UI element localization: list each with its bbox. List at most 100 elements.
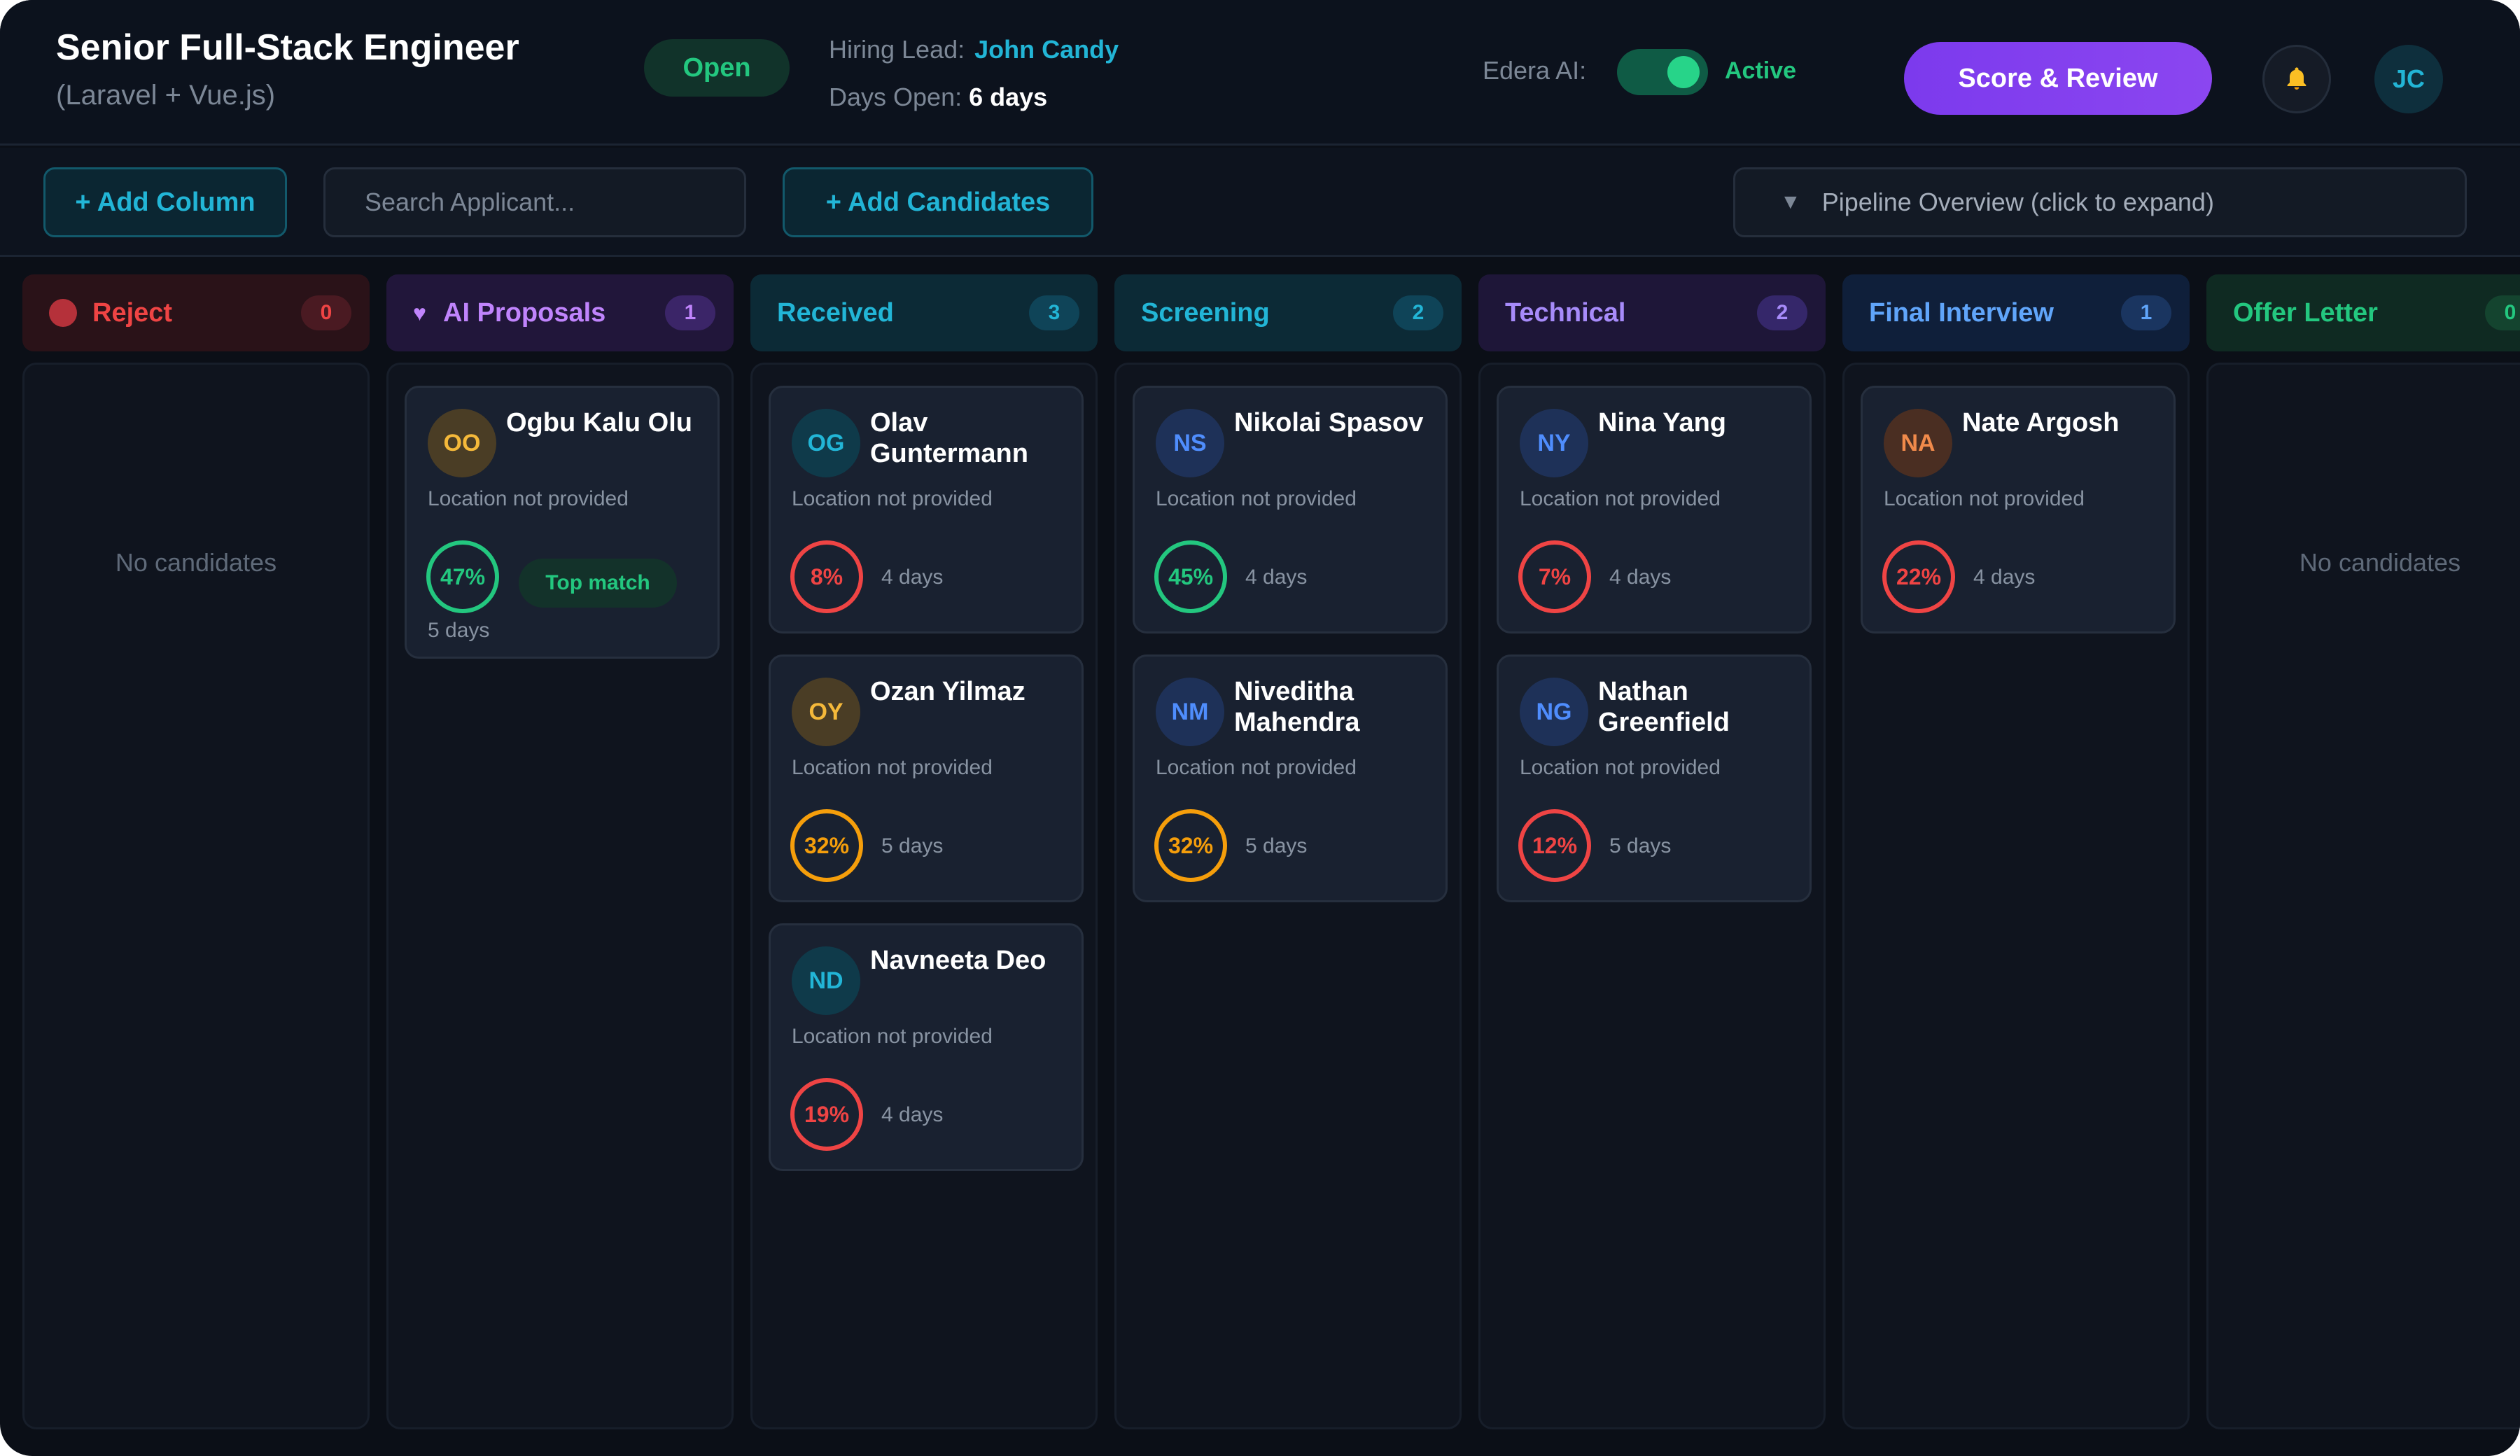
pipeline-overview-label: Pipeline Overview (click to expand)	[1821, 188, 2214, 216]
candidate-card[interactable]: OG Olav Guntermann Location not provided…	[769, 386, 1084, 634]
candidate-card[interactable]: NG Nathan Greenfield Location not provid…	[1497, 654, 1812, 902]
candidate-avatar: NS	[1156, 409, 1224, 477]
candidate-days: 5 days	[1609, 834, 1672, 858]
candidate-location: Location not provided	[792, 487, 993, 510]
column-header-offer-letter[interactable]: Offer Letter 0	[2206, 274, 2520, 351]
days-open-value: 6 days	[969, 83, 1048, 111]
candidate-avatar: NG	[1520, 678, 1588, 746]
candidate-name: Nate Argosh	[1962, 408, 2120, 438]
days-open-label: Days Open:	[829, 83, 962, 111]
candidate-card[interactable]: OO Ogbu Kalu Olu Location not provided 4…	[405, 386, 720, 659]
add-candidates-button[interactable]: + Add Candidates	[783, 167, 1093, 237]
column-count-badge: 1	[2121, 295, 2171, 330]
candidate-days: 4 days	[881, 1103, 944, 1126]
candidate-days: 5 days	[1245, 834, 1308, 858]
search-box	[323, 167, 746, 237]
column-count-badge: 0	[2485, 295, 2520, 330]
column-body-offer-letter: No candidates	[2206, 363, 2520, 1429]
candidate-location: Location not provided	[1156, 756, 1357, 779]
hiring-lead-link[interactable]: John Candy	[974, 35, 1119, 64]
match-score-ring: 22%	[1882, 540, 1955, 613]
column-header-final-interview[interactable]: Final Interview 1	[1842, 274, 2190, 351]
column-header-screening[interactable]: Screening 2	[1114, 274, 1462, 351]
candidate-avatar: OO	[428, 409, 496, 477]
column-count-badge: 2	[1757, 295, 1807, 330]
candidate-card[interactable]: NM Niveditha Mahendra Location not provi…	[1133, 654, 1448, 902]
user-avatar[interactable]: JC	[2374, 45, 2443, 113]
add-column-button[interactable]: + Add Column	[43, 167, 287, 237]
candidate-location: Location not provided	[428, 487, 629, 510]
toolbar: + Add Column + Add Candidates ▼ Pipeline…	[0, 148, 2520, 257]
candidate-card[interactable]: NS Nikolai Spasov Location not provided …	[1133, 386, 1448, 634]
column-header-received[interactable]: Received 3	[750, 274, 1098, 351]
heart-icon: ♥	[413, 300, 426, 326]
match-score-ring: 7%	[1518, 540, 1591, 613]
score-review-button[interactable]: Score & Review	[1904, 42, 2212, 115]
candidate-days: 4 days	[1609, 566, 1672, 589]
candidate-card[interactable]: OY Ozan Yilmaz Location not provided 32%…	[769, 654, 1084, 902]
candidate-card[interactable]: ND Navneeta Deo Location not provided 19…	[769, 923, 1084, 1171]
column-body-ai-proposals: OO Ogbu Kalu Olu Location not provided 4…	[386, 363, 734, 1429]
column-title: Offer Letter	[2233, 298, 2378, 328]
column-title: Final Interview	[1869, 298, 2054, 328]
status-badge: Open	[644, 39, 790, 97]
bell-icon	[2287, 67, 2306, 90]
candidate-card[interactable]: NY Nina Yang Location not provided 7% 4 …	[1497, 386, 1812, 634]
candidate-days: 5 days	[428, 619, 490, 642]
notifications-button[interactable]	[2262, 45, 2331, 113]
hiring-lead-label: Hiring Lead:	[829, 35, 965, 64]
match-score-ring: 19%	[790, 1078, 863, 1151]
match-score-ring: 12%	[1518, 809, 1591, 882]
hiring-lead-line: Hiring Lead: John Candy	[829, 35, 1119, 64]
candidate-avatar: ND	[792, 946, 860, 1015]
candidate-name: Olav Guntermann	[870, 408, 1028, 468]
match-score-ring: 32%	[790, 809, 863, 882]
candidate-name: Niveditha Mahendra	[1234, 677, 1360, 737]
app-window: Senior Full-Stack Engineer (Laravel + Vu…	[0, 0, 2520, 1456]
pipeline-overview-toggle[interactable]: ▼ Pipeline Overview (click to expand)	[1733, 167, 2467, 237]
candidate-location: Location not provided	[1884, 487, 2085, 510]
candidate-name: Ogbu Kalu Olu	[506, 408, 692, 438]
column-header-technical[interactable]: Technical 2	[1478, 274, 1826, 351]
empty-state-text: No candidates	[2299, 548, 2461, 577]
match-score-ring: 32%	[1154, 809, 1227, 882]
ai-label: Edera AI:	[1483, 56, 1587, 85]
column-title: Technical	[1505, 298, 1626, 328]
ai-status: Active	[1725, 57, 1797, 84]
candidate-name: Nina Yang	[1598, 408, 1727, 438]
column-title: Screening	[1141, 298, 1270, 328]
top-match-badge: Top match	[519, 559, 677, 608]
candidate-card[interactable]: NA Nate Argosh Location not provided 22%…	[1861, 386, 2176, 634]
candidate-avatar: NA	[1884, 409, 1952, 477]
candidate-avatar: NY	[1520, 409, 1588, 477]
candidate-days: 4 days	[1973, 566, 2036, 589]
candidate-days: 5 days	[881, 834, 944, 858]
candidate-avatar: OY	[792, 678, 860, 746]
column-title: AI Proposals	[443, 298, 606, 328]
candidate-name: Navneeta Deo	[870, 946, 1046, 975]
candidate-location: Location not provided	[792, 756, 993, 779]
column-count-badge: 3	[1029, 295, 1079, 330]
match-score-ring: 47%	[426, 540, 499, 613]
candidate-name: Ozan Yilmaz	[870, 677, 1026, 706]
candidate-avatar: NM	[1156, 678, 1224, 746]
candidate-days: 4 days	[881, 566, 944, 589]
column-body-screening: NS Nikolai Spasov Location not provided …	[1114, 363, 1462, 1429]
triangle-down-icon: ▼	[1780, 190, 1801, 214]
search-input[interactable]	[326, 169, 744, 235]
candidate-avatar: OG	[792, 409, 860, 477]
candidate-location: Location not provided	[1520, 756, 1721, 779]
match-score-ring: 45%	[1154, 540, 1227, 613]
column-body-received: OG Olav Guntermann Location not provided…	[750, 363, 1098, 1429]
column-count-badge: 1	[665, 295, 715, 330]
candidate-location: Location not provided	[1156, 487, 1357, 510]
column-header-reject[interactable]: Reject 0	[22, 274, 370, 351]
candidate-days: 4 days	[1245, 566, 1308, 589]
job-title: Senior Full-Stack Engineer	[56, 27, 519, 68]
candidate-name: Nikolai Spasov	[1234, 408, 1424, 438]
column-title: Reject	[92, 298, 173, 328]
ai-toggle[interactable]	[1617, 49, 1708, 95]
column-header-ai-proposals[interactable]: ♥ AI Proposals 1	[386, 274, 734, 351]
reject-dot-icon	[49, 299, 77, 327]
candidate-name: Nathan Greenfield	[1598, 677, 1730, 737]
